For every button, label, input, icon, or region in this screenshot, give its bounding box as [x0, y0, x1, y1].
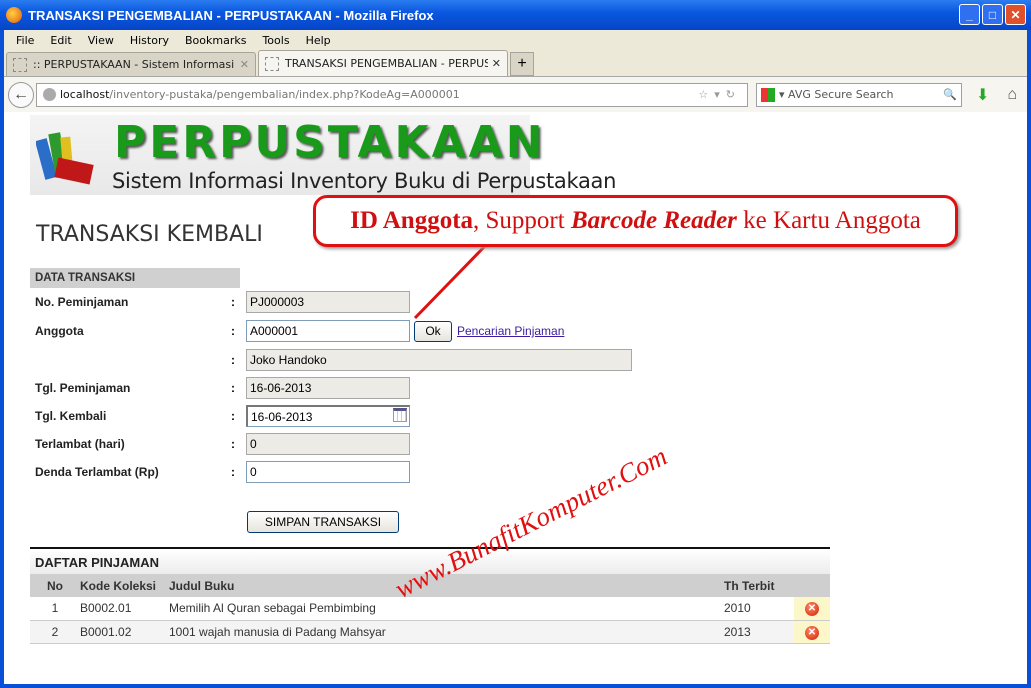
menu-bookmarks[interactable]: Bookmarks — [177, 34, 254, 47]
tab-label: TRANSAKSI PENGEMBALIAN - PERPUSTA... — [285, 57, 488, 70]
menu-history[interactable]: History — [122, 34, 177, 47]
nav-bar: ← localhost/inventory-pustaka/pengembali… — [4, 77, 1027, 112]
delete-cell: ✕ — [794, 620, 830, 644]
search-icon[interactable]: 🔍 — [943, 88, 957, 101]
menu-file[interactable]: File — [8, 34, 42, 47]
col-action — [794, 574, 830, 597]
cell-kode: B0001.02 — [80, 620, 169, 644]
denda-field[interactable] — [246, 461, 410, 483]
row-denda: Denda Terlambat (Rp): — [35, 461, 410, 483]
colon: : — [231, 324, 235, 338]
menu-edit[interactable]: Edit — [42, 34, 79, 47]
search-placeholder: AVG Secure Search — [788, 88, 894, 101]
window-title: TRANSAKSI PENGEMBALIAN - PERPUSTAKAAN - … — [28, 7, 434, 23]
cell-kode: B0002.01 — [80, 597, 169, 621]
cell-judul: Memilih Al Quran sebagai Pembimbing — [169, 597, 724, 621]
callout-italic: Barcode Reader — [570, 207, 737, 234]
menu-tools[interactable]: Tools — [254, 34, 297, 47]
minimize-button[interactable]: _ — [959, 4, 980, 25]
tgl-peminjaman-field — [246, 377, 410, 399]
no-peminjaman-field — [246, 291, 410, 313]
callout-bold: ID Anggota — [350, 207, 474, 234]
firefox-icon — [6, 7, 22, 23]
label: Tgl. Peminjaman — [35, 381, 131, 395]
anggota-field[interactable] — [246, 320, 410, 342]
colon: : — [231, 381, 235, 395]
colon: : — [231, 437, 235, 451]
url-path: /inventory-pustaka/pengembalian/index.ph… — [109, 88, 460, 101]
page-icon — [265, 56, 279, 71]
section-header: DATA TRANSAKSI — [30, 268, 240, 288]
menu-help[interactable]: Help — [298, 34, 339, 47]
table-row: 2 B0001.02 1001 wajah manusia di Padang … — [30, 620, 830, 644]
row-terlambat: Terlambat (hari): — [35, 433, 410, 455]
cell-judul: 1001 wajah manusia di Padang Mahsyar — [169, 620, 724, 644]
callout-annotation: ID Anggota, Support Barcode Reader ke Ka… — [313, 195, 958, 247]
terlambat-field — [246, 433, 410, 455]
url-host: localhost — [60, 88, 110, 101]
tab-label: :: PERPUSTAKAAN - Sistem Informasi Inv..… — [33, 58, 236, 71]
search-box[interactable]: ▾ AVG Secure Search 🔍 — [756, 82, 962, 107]
row-no-peminjaman: No. Peminjaman: — [35, 291, 410, 313]
page-content: PERPUSTAKAAN Sistem Informasi Inventory … — [4, 112, 1027, 684]
bookmark-star-icon[interactable]: ☆▾↻ — [698, 88, 747, 101]
cell-no: 1 — [30, 597, 80, 621]
label: No. Peminjaman — [35, 295, 129, 309]
cell-tahun: 2010 — [724, 597, 794, 621]
back-button[interactable]: ← — [8, 81, 34, 108]
col-kode: Kode Koleksi — [80, 574, 169, 597]
label: Denda Terlambat (Rp) — [35, 465, 159, 479]
pencarian-pinjaman-link[interactable]: Pencarian Pinjaman — [457, 324, 564, 338]
delete-cell: ✕ — [794, 597, 830, 621]
row-tgl-peminjaman: Tgl. Peminjaman: — [35, 377, 410, 399]
tgl-kembali-field[interactable] — [246, 405, 410, 427]
cell-no: 2 — [30, 620, 80, 644]
avg-icon — [761, 87, 775, 102]
simpan-transaksi-button[interactable]: SIMPAN TRANSAKSI — [247, 511, 399, 533]
globe-icon — [43, 88, 56, 101]
label: Terlambat (hari) — [35, 437, 125, 451]
nama-anggota-field — [246, 349, 632, 371]
browser-chrome: File Edit View History Bookmarks Tools H… — [4, 30, 1027, 112]
ok-button[interactable]: Ok — [414, 320, 452, 342]
col-tahun: Th Terbit — [724, 574, 794, 597]
delete-icon[interactable]: ✕ — [805, 625, 819, 640]
close-tab-icon[interactable]: ✕ — [492, 57, 501, 70]
page-icon — [13, 57, 27, 72]
calendar-icon[interactable] — [393, 408, 407, 422]
label: Tgl. Kembali — [35, 409, 107, 423]
colon: : — [231, 465, 235, 479]
callout-text-end: ke Kartu Anggota — [736, 207, 921, 234]
row-tgl-kembali: Tgl. Kembali: — [35, 405, 410, 427]
delete-icon[interactable]: ✕ — [805, 602, 819, 617]
table-row: 1 B0002.01 Memilih Al Quran sebagai Pemb… — [30, 597, 830, 621]
maximize-button[interactable]: □ — [982, 4, 1003, 25]
menu-view[interactable]: View — [80, 34, 122, 47]
colon: : — [231, 353, 235, 367]
menu-bar: File Edit View History Bookmarks Tools H… — [4, 30, 1027, 50]
new-tab-button[interactable]: + — [510, 52, 534, 76]
close-tab-icon[interactable]: ✕ — [240, 58, 249, 71]
cell-tahun: 2013 — [724, 620, 794, 644]
row-anggota: Anggota: Ok Pencarian Pinjaman — [35, 320, 564, 342]
home-icon[interactable]: ⌂ — [1007, 86, 1017, 104]
row-nama: : — [35, 349, 632, 371]
label: Anggota — [35, 324, 84, 338]
colon: : — [231, 409, 235, 423]
colon: : — [231, 295, 235, 309]
tab-strip: :: PERPUSTAKAAN - Sistem Informasi Inv..… — [4, 50, 1027, 77]
col-no: No — [30, 574, 80, 597]
url-bar[interactable]: localhost/inventory-pustaka/pengembalian… — [36, 82, 748, 107]
close-button[interactable]: ✕ — [1005, 4, 1026, 25]
download-icon[interactable]: ⬇ — [976, 85, 989, 105]
title-bar: TRANSAKSI PENGEMBALIAN - PERPUSTAKAAN - … — [0, 0, 1031, 30]
callout-text: , Support — [473, 207, 571, 234]
tab-perpustakaan[interactable]: :: PERPUSTAKAAN - Sistem Informasi Inv..… — [6, 52, 256, 76]
tab-transaksi[interactable]: TRANSAKSI PENGEMBALIAN - PERPUSTA... ✕ — [258, 50, 508, 76]
